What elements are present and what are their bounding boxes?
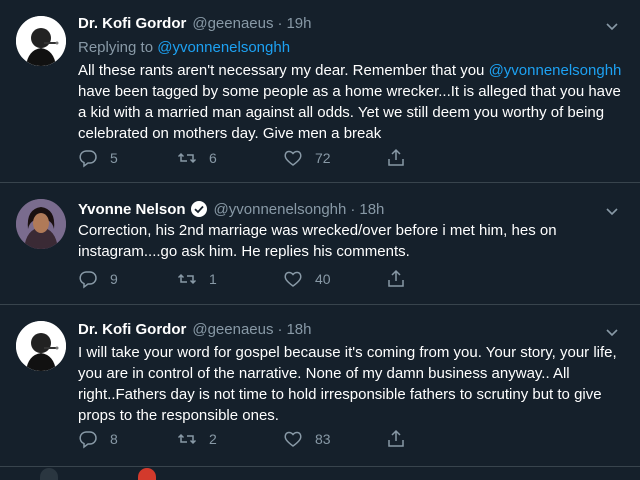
share-icon [388,269,404,287]
tweet-1[interactable]: Dr. Kofi Gordor @geenaeus · 19h Replying… [0,0,640,182]
tweet-text: I will take your word for gospel because… [78,344,617,424]
like-count: 72 [315,150,331,166]
taskbar-icon[interactable] [40,468,58,480]
replying-to-handle[interactable]: @yvonnenelsonghh [157,39,290,56]
woman-portrait-avatar-icon [16,199,66,249]
retweet-icon [177,433,197,445]
tweet-3[interactable]: Dr. Kofi Gordor @geenaeus · 18h I will t… [0,305,640,466]
retweet-count: 6 [209,150,217,166]
tweet-actions: 5 6 72 [78,148,418,170]
reply-count: 9 [110,271,118,287]
like-button[interactable]: 72 [283,148,331,168]
author-name[interactable]: Yvonne Nelson [78,201,186,218]
tweet-actions: 9 1 40 [78,269,418,291]
separator-dot: · [277,321,283,338]
mention-link[interactable]: @yvonnenelsonghh [489,62,622,79]
replying-to: Replying to @yvonnenelsonghh [78,39,290,56]
chevron-down-icon[interactable] [604,325,620,341]
reply-icon [79,150,97,168]
chevron-down-icon[interactable] [604,204,620,220]
timestamp[interactable]: 18h [286,321,311,338]
heart-icon [284,431,302,447]
author-handle[interactable]: @yvonnenelsonghh [214,201,347,218]
chevron-down-icon[interactable] [604,19,620,35]
like-count: 83 [315,431,331,447]
reply-icon [79,271,97,289]
like-count: 40 [315,271,331,287]
tweet-header: Yvonne Nelson @yvonnenelsonghh · 18h [78,200,384,218]
timestamp[interactable]: 19h [286,15,311,32]
like-button[interactable]: 83 [283,429,331,449]
author-handle[interactable]: @geenaeus [192,15,273,32]
tweet-text-part: All these rants aren't necessary my dear… [78,62,489,79]
reply-count: 8 [110,431,118,447]
replying-to-label: Replying to [78,39,154,56]
retweet-count: 1 [209,271,217,287]
author-handle[interactable]: @geenaeus [192,321,273,338]
verified-badge-icon [190,201,207,217]
reply-button[interactable]: 8 [78,429,118,449]
retweet-icon [177,152,197,164]
author-name[interactable]: Dr. Kofi Gordor [78,321,186,338]
reply-button[interactable]: 5 [78,148,118,168]
retweet-icon [177,273,197,285]
retweet-button[interactable]: 1 [177,269,217,289]
man-with-cigar-avatar-icon [16,321,66,371]
tweet-text: All these rants aren't necessary my dear… [78,60,626,144]
tweet-text-part: have been tagged by some people as a hom… [78,83,621,142]
heart-icon [284,150,302,166]
retweet-count: 2 [209,431,217,447]
share-icon [388,148,404,166]
share-button[interactable] [386,148,418,168]
reply-button[interactable]: 9 [78,269,118,289]
like-button[interactable]: 40 [283,269,331,289]
timestamp[interactable]: 18h [359,201,384,218]
retweet-button[interactable]: 6 [177,148,217,168]
reply-count: 5 [110,150,118,166]
tweet-header: Dr. Kofi Gordor @geenaeus · 19h [78,15,312,32]
share-button[interactable] [386,429,418,449]
separator-dot: · [277,15,283,32]
tweet-text: Correction, his 2nd marriage was wrecked… [78,222,557,260]
share-button[interactable] [386,269,418,289]
retweet-button[interactable]: 2 [177,429,217,449]
heart-icon [284,271,302,287]
author-name[interactable]: Dr. Kofi Gordor [78,15,186,32]
tweet-actions: 8 2 83 [78,429,418,451]
separator-dot: · [350,200,356,218]
avatar[interactable] [16,16,66,66]
share-icon [388,429,404,447]
reply-icon [79,431,97,449]
taskbar-icon[interactable] [138,468,156,480]
avatar[interactable] [16,199,66,249]
man-with-cigar-avatar-icon [16,16,66,66]
tweet-2[interactable]: Yvonne Nelson @yvonnenelsonghh · 18h Cor… [0,183,640,304]
divider [0,466,640,467]
tweet-header: Dr. Kofi Gordor @geenaeus · 18h [78,321,312,338]
avatar[interactable] [16,321,66,371]
